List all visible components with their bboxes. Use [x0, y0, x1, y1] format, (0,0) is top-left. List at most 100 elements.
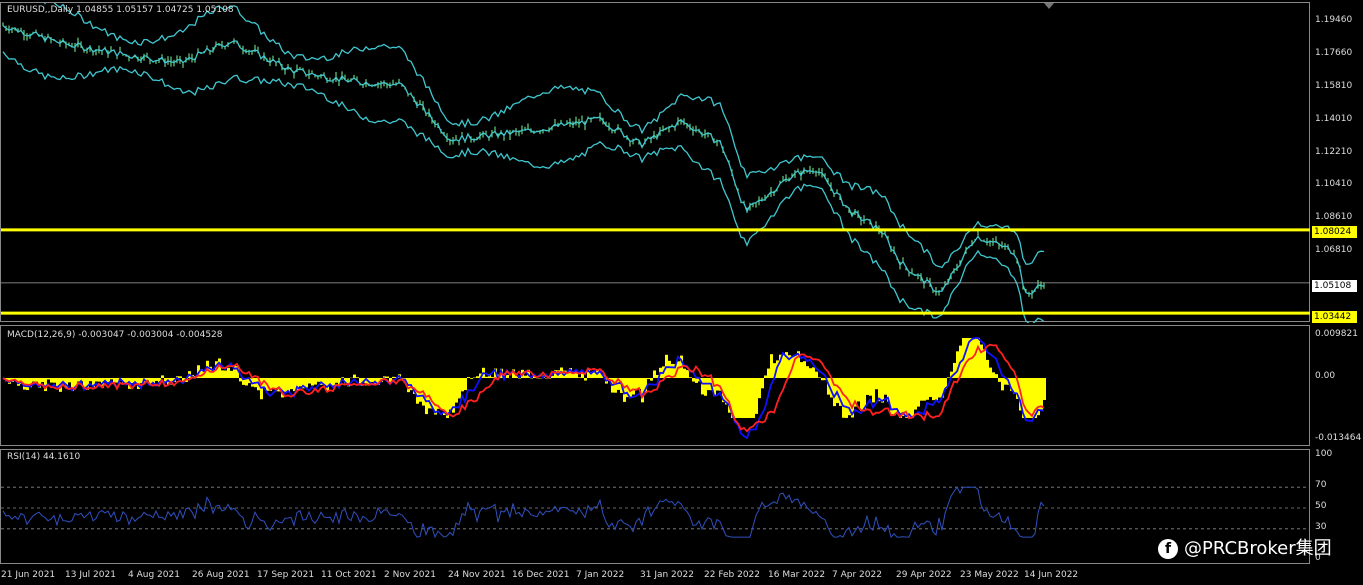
price-tick-label: 1.14010	[1315, 114, 1353, 124]
macd-histogram-bar	[653, 370, 656, 378]
macd-histogram-bar	[767, 368, 770, 378]
macd-histogram-bar	[455, 378, 458, 403]
macd-histogram-bar	[974, 338, 977, 378]
macd-histogram-bar	[812, 367, 815, 378]
bollinger-lower-band	[2, 51, 1045, 323]
macd-histogram-bar	[635, 378, 638, 389]
macd-histogram-bar	[461, 378, 464, 392]
price-tick-label: 1.15810	[1315, 81, 1353, 92]
macd-histogram-bar	[506, 374, 509, 378]
price-tick-label: 1.06810	[1315, 244, 1353, 255]
price-axis: 1.19460 1.17660 1.15810 1.14010 1.12210 1.104…	[1310, 2, 1363, 322]
macd-histogram-bar	[743, 378, 746, 418]
date-tick-label: 22 Feb 2022	[704, 570, 761, 580]
chart-title: EURUSD,,Daily 1.04855 1.05157 1.04725 1.…	[7, 5, 234, 15]
macd-histogram-bar	[647, 378, 650, 380]
macd-histogram-bar	[875, 378, 878, 390]
date-tick-label: 4 Aug 2021	[128, 570, 180, 580]
support-price-tag: 1.03442	[1312, 311, 1357, 323]
macd-histogram-bar	[290, 378, 293, 390]
macd-histogram-bar	[806, 366, 809, 378]
macd-histogram-bar	[758, 378, 761, 399]
price-tick-label: 1.19460	[1315, 14, 1353, 25]
macd-histogram-bar	[434, 378, 437, 415]
macd-histogram-bar	[50, 378, 53, 383]
macd-histogram-bar	[584, 378, 587, 381]
macd-histogram-bar	[884, 378, 887, 395]
macd-histogram-bar	[464, 378, 467, 391]
price-tick-label: 1.08610	[1315, 212, 1353, 223]
macd-histogram-bar	[761, 378, 764, 389]
macd-histogram-bar	[110, 378, 113, 380]
macd-histogram-bar	[47, 378, 50, 380]
macd-histogram-bar	[863, 378, 866, 409]
macd-histogram-bar	[287, 378, 290, 392]
macd-histogram-bar	[740, 378, 743, 418]
macd-histogram-bar	[518, 378, 521, 379]
macd-histogram-bar	[857, 378, 860, 402]
macd-canvas	[2, 337, 1046, 440]
macd-histogram-bar	[818, 377, 821, 378]
macd-histogram-bar	[458, 378, 461, 399]
macd-histogram-bar	[902, 378, 905, 417]
macd-histogram-bar	[221, 370, 224, 378]
rsi-title: RSI(14) 44.1610	[7, 452, 81, 462]
macd-histogram-bar	[1043, 378, 1046, 400]
macd-histogram-bar	[305, 378, 308, 388]
macd-histogram-bar	[995, 374, 998, 378]
macd-histogram-bar	[932, 378, 935, 401]
macd-histogram-bar	[239, 378, 242, 382]
macd-histogram-bar	[41, 378, 44, 383]
price-tick-label: 1.12210	[1315, 146, 1353, 157]
macd-histogram-bar	[881, 378, 884, 403]
price-chart-canvas	[1, 3, 1311, 323]
macd-title: MACD(12,26,9) -0.003047 -0.003004 -0.004…	[7, 330, 223, 340]
macd-histogram-bar	[992, 372, 995, 378]
macd-histogram-bar	[749, 378, 752, 418]
macd-histogram-bar	[803, 361, 806, 378]
macd-pane[interactable]: MACD(12,26,9) -0.003047 -0.003004 -0.004…	[0, 325, 1310, 446]
macd-histogram-bar	[836, 378, 839, 404]
rsi-tick-label: 70	[1315, 480, 1327, 491]
date-tick-label: 24 Nov 2021	[448, 570, 506, 580]
macd-histogram-bar	[692, 378, 695, 382]
date-tick-label: 17 Sep 2021	[257, 570, 315, 580]
date-tick-label: 7 Jan 2022	[576, 570, 625, 580]
macd-histogram-bar	[764, 375, 767, 378]
macd-histogram-bar	[224, 370, 227, 378]
resistance-price-tag: 1.08024	[1312, 226, 1357, 238]
macd-histogram-bar	[983, 349, 986, 378]
macd-axis: 0.009821 0.00 -0.013464	[1310, 325, 1363, 446]
macd-histogram-bar	[737, 378, 740, 418]
date-tick-label: 29 Apr 2022	[896, 570, 952, 580]
macd-histogram-bar	[929, 378, 932, 398]
rsi-pane[interactable]: RSI(14) 44.1610	[0, 449, 1311, 564]
macd-histogram-bar	[332, 378, 335, 386]
macd-histogram-bar	[68, 378, 71, 383]
macd-histogram-bar	[299, 378, 302, 387]
macd-histogram-bar	[650, 378, 653, 381]
macd-histogram-bar	[878, 378, 881, 402]
price-chart-pane[interactable]: EURUSD,,Daily 1.04855 1.05157 1.04725 1.…	[0, 2, 1311, 323]
macd-tick-label: 0.00	[1315, 371, 1336, 381]
macd-histogram-bar	[470, 378, 473, 379]
macd-histogram-bar	[704, 378, 707, 396]
macd-histogram-bar	[842, 378, 845, 418]
macd-histogram-bar	[986, 359, 989, 378]
macd-histogram-bar	[770, 354, 773, 378]
macd-histogram-bar	[89, 378, 92, 382]
macd-histogram-bar	[311, 378, 314, 386]
macd-histogram-bar	[752, 378, 755, 418]
macd-histogram-bar	[872, 378, 875, 403]
macd-histogram-bar	[1040, 378, 1043, 410]
date-tick-label: 16 Mar 2022	[768, 570, 826, 580]
macd-histogram-bar	[284, 378, 287, 392]
rsi-tick-label: 100	[1315, 449, 1333, 459]
macd-histogram-bar	[356, 377, 359, 378]
macd-histogram-bar	[440, 378, 443, 410]
macd-histogram-bar	[476, 376, 479, 378]
macd-histogram-bar	[755, 378, 758, 414]
macd-histogram-bar	[800, 362, 803, 378]
macd-histogram-bar	[734, 378, 737, 418]
macd-histogram-bar	[155, 378, 158, 381]
